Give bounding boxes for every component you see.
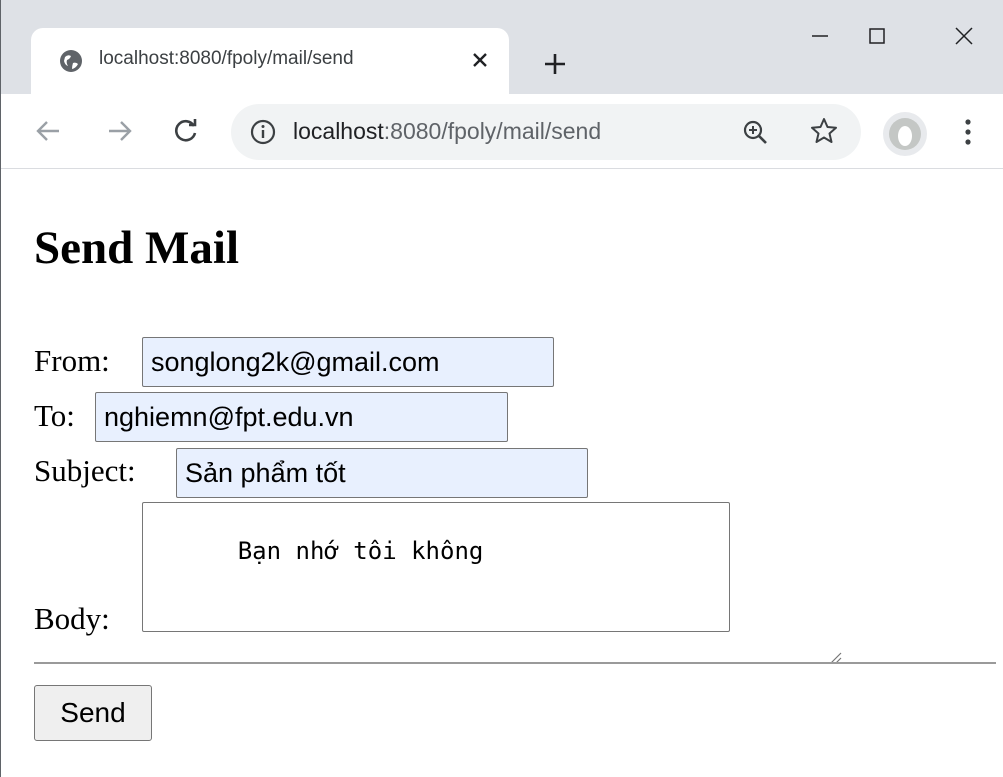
tab-active[interactable]: localhost:8080/fpoly/mail/send — [31, 28, 509, 94]
url-text[interactable]: localhost:8080/fpoly/mail/send — [293, 118, 601, 145]
star-icon[interactable] — [809, 116, 839, 146]
to-label: To: — [34, 398, 75, 433]
kebab-menu-icon[interactable] — [963, 116, 973, 148]
info-icon[interactable] — [249, 118, 277, 146]
from-input[interactable]: songlong2k@gmail.com — [142, 337, 554, 387]
plus-icon[interactable] — [539, 48, 571, 80]
subject-label: Subject: — [34, 453, 136, 488]
subject-row: Subject: — [34, 453, 136, 489]
maximize-icon[interactable] — [854, 16, 900, 56]
resize-grip-icon[interactable] — [712, 614, 842, 664]
reload-icon[interactable] — [169, 114, 203, 148]
body-row: Body: — [34, 601, 110, 637]
minimize-icon[interactable] — [797, 16, 843, 56]
from-row: From: — [34, 343, 110, 379]
tab-title: localhost:8080/fpoly/mail/send — [99, 48, 354, 69]
browser-toolbar: localhost:8080/fpoly/mail/send — [1, 94, 1003, 169]
url-path: :8080/fpoly/mail/send — [383, 118, 602, 144]
body-label: Body: — [34, 601, 110, 636]
browser-window: localhost:8080/fpoly/mail/send localhost… — [0, 0, 1003, 777]
address-bar[interactable]: localhost:8080/fpoly/mail/send — [231, 104, 861, 160]
from-label: From: — [34, 343, 110, 378]
url-host: localhost — [293, 118, 384, 144]
to-input[interactable]: nghiemn@fpt.edu.vn — [95, 392, 508, 442]
tab-strip: localhost:8080/fpoly/mail/send — [1, 0, 1003, 94]
subject-input[interactable]: Sản phẩm tốt — [176, 448, 588, 498]
body-textarea[interactable]: Bạn nhớ tôi không — [142, 502, 842, 664]
window-close-icon[interactable] — [941, 16, 987, 56]
globe-icon — [59, 49, 83, 73]
divider — [34, 662, 996, 664]
zoom-icon[interactable] — [741, 118, 769, 146]
send-button[interactable]: Send — [34, 685, 152, 741]
forward-arrow-icon[interactable] — [103, 114, 137, 148]
to-row: To: — [34, 398, 75, 434]
page-content: Send Mail From: songlong2k@gmail.com To:… — [1, 169, 1003, 777]
body-text: Bạn nhớ tôi không — [237, 537, 484, 565]
page-title: Send Mail — [34, 222, 240, 274]
profile-icon[interactable] — [883, 112, 927, 156]
close-icon[interactable] — [467, 47, 493, 73]
back-arrow-icon[interactable] — [31, 114, 65, 148]
